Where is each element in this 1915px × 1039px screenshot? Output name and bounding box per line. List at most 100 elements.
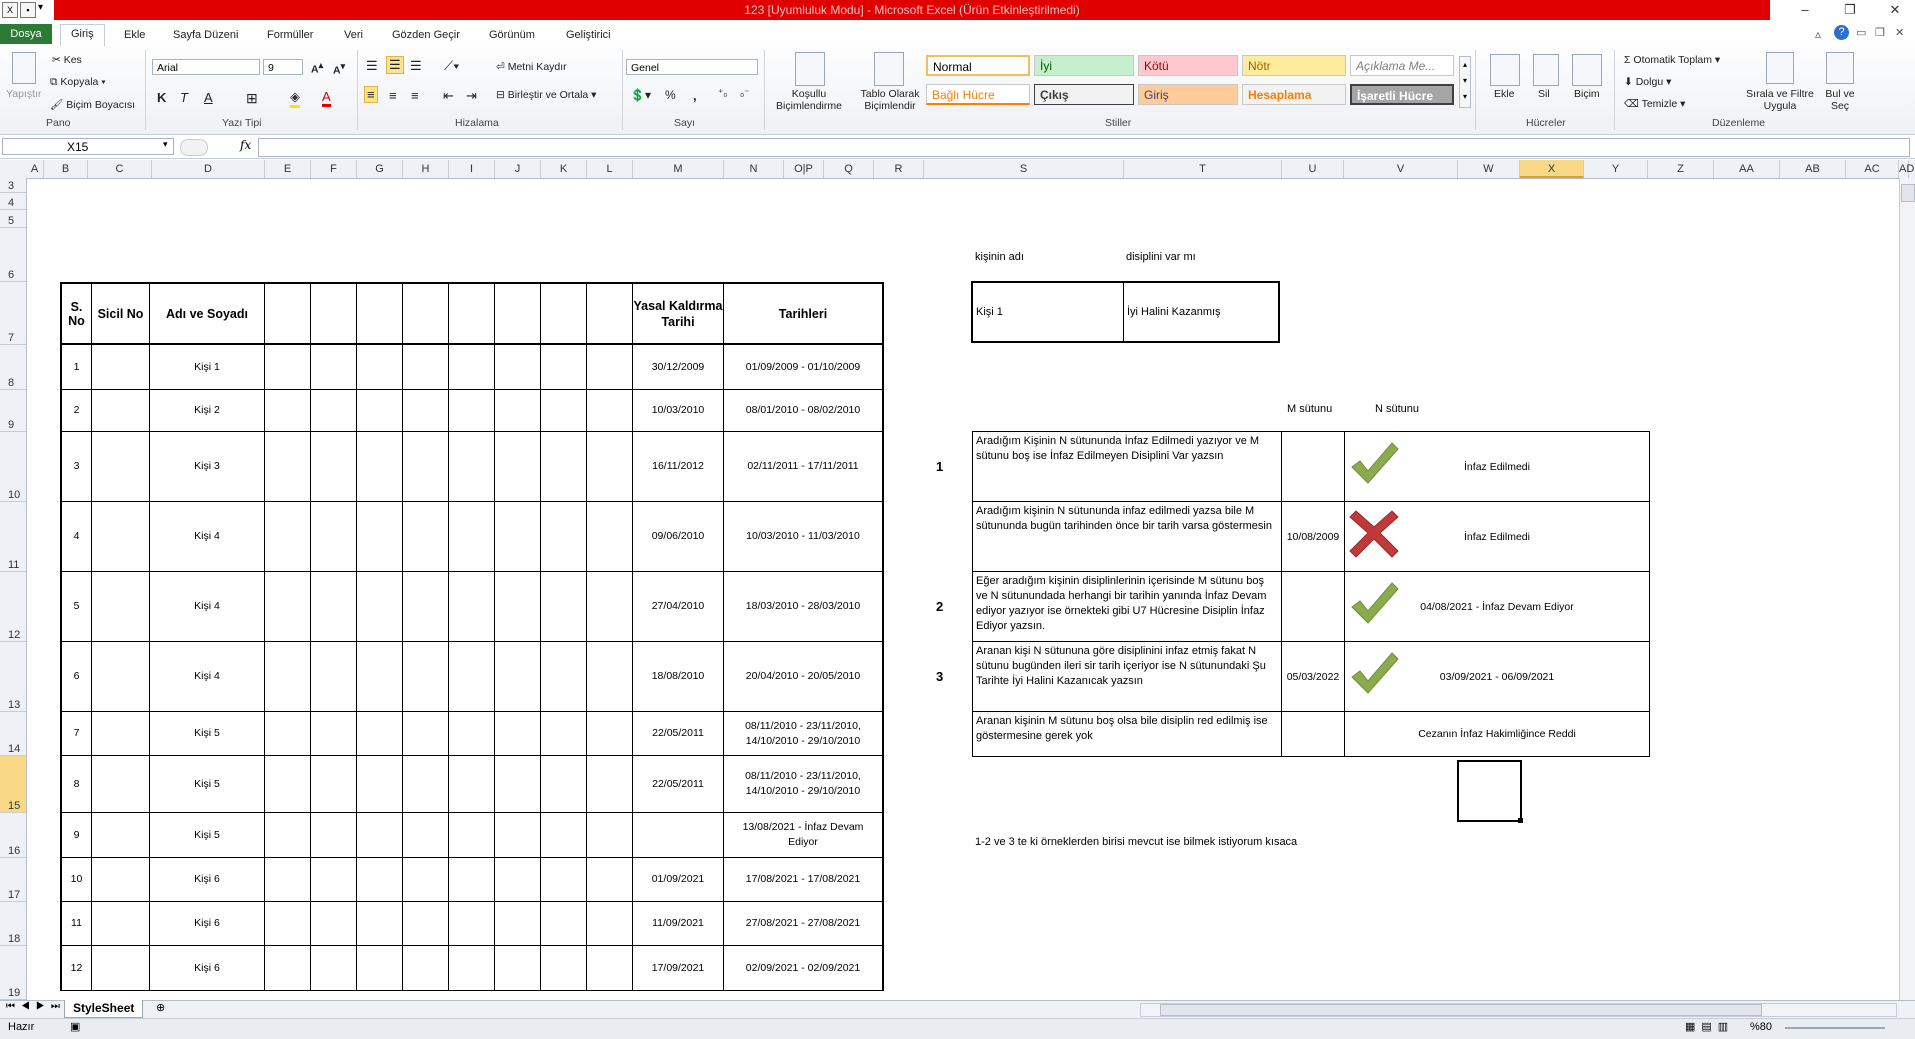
tab-data[interactable]: Veri bbox=[334, 26, 373, 44]
cell-sicil[interactable] bbox=[91, 641, 150, 712]
cell-yasal[interactable]: 16/11/2012 bbox=[632, 431, 724, 502]
paste-button[interactable]: Yapıştır bbox=[6, 88, 41, 100]
rule-m-value[interactable] bbox=[1281, 431, 1345, 502]
cell-name[interactable]: Kişi 6 bbox=[149, 901, 265, 946]
cell-empty[interactable] bbox=[586, 389, 633, 432]
borders-icon[interactable]: ⊞ bbox=[246, 90, 258, 107]
column-header-ab[interactable]: AB bbox=[1780, 160, 1846, 178]
copy-button[interactable]: ⧉ Kopyala ▾ bbox=[50, 76, 106, 89]
fill-handle[interactable] bbox=[1518, 818, 1523, 823]
format-as-table-button[interactable]: Tablo Olarak Biçimlendir bbox=[852, 88, 928, 112]
cell-empty[interactable] bbox=[356, 344, 403, 390]
cell-sicil[interactable] bbox=[91, 857, 150, 902]
delete-cells-button[interactable]: Sil bbox=[1538, 88, 1550, 100]
cell-empty[interactable] bbox=[264, 755, 311, 813]
cell-empty[interactable] bbox=[310, 389, 357, 432]
cell-empty[interactable] bbox=[356, 812, 403, 858]
cell-sicil[interactable] bbox=[91, 755, 150, 813]
conditional-format-icon[interactable] bbox=[795, 52, 825, 86]
tab-page-layout[interactable]: Sayfa Düzeni bbox=[163, 26, 248, 44]
increase-decimal-icon[interactable]: ⁺₀ bbox=[718, 88, 727, 99]
row-header-10[interactable]: 10 bbox=[0, 432, 26, 502]
cell-sno[interactable]: 10 bbox=[60, 857, 92, 902]
column-header-u[interactable]: U bbox=[1282, 160, 1344, 178]
tab-review[interactable]: Gözden Geçir bbox=[382, 26, 470, 44]
column-header-z[interactable]: Z bbox=[1648, 160, 1714, 178]
cell-sicil[interactable] bbox=[91, 571, 150, 642]
cell-empty[interactable] bbox=[402, 945, 449, 991]
scroll-thumb-vertical[interactable] bbox=[1901, 184, 1915, 202]
cell-empty[interactable] bbox=[540, 344, 587, 390]
cell-empty[interactable] bbox=[448, 711, 495, 756]
rule-text[interactable]: Aradığım Kişinin N sütununda İnfaz Edilm… bbox=[972, 431, 1282, 502]
style-input[interactable]: Giriş bbox=[1138, 84, 1238, 105]
style-check-cell[interactable]: İşaretli Hücre bbox=[1350, 84, 1454, 105]
row-header-7[interactable]: 7 bbox=[0, 282, 26, 345]
cell-tarih[interactable]: 10/03/2010 - 11/03/2010 bbox=[723, 501, 884, 572]
increase-indent-icon[interactable]: ⇥ bbox=[466, 88, 477, 104]
help-icon[interactable]: ? bbox=[1834, 25, 1849, 40]
cut-button[interactable]: ✂ Kes bbox=[52, 54, 82, 66]
align-bottom-icon[interactable]: ☰ bbox=[410, 58, 422, 74]
header-tarihleri[interactable]: Tarihleri bbox=[723, 282, 884, 344]
close-icon[interactable]: ✕ bbox=[1875, 0, 1915, 20]
cell-sicil[interactable] bbox=[91, 711, 150, 756]
row-header-11[interactable]: 11 bbox=[0, 502, 26, 572]
format-painter-button[interactable]: 🖌 Biçim Boyacısı bbox=[50, 98, 135, 111]
tab-view[interactable]: Görünüm bbox=[479, 26, 545, 44]
merge-center-button[interactable]: ⊟ Birleştir ve Ortala ▾ bbox=[496, 89, 596, 101]
format-as-table-icon[interactable] bbox=[874, 52, 904, 86]
cell-tarih[interactable]: 27/08/2021 - 27/08/2021 bbox=[723, 901, 884, 946]
style-neutral[interactable]: Nötr bbox=[1242, 55, 1346, 76]
cell-empty[interactable] bbox=[356, 755, 403, 813]
header-sicil[interactable]: Sicil No bbox=[91, 282, 150, 344]
cell-empty[interactable] bbox=[448, 755, 495, 813]
column-header-s[interactable]: S bbox=[924, 160, 1124, 178]
workbook-close-icon[interactable]: ✕ bbox=[1895, 26, 1904, 39]
cell-sno[interactable]: 8 bbox=[60, 755, 92, 813]
cell-empty[interactable] bbox=[586, 901, 633, 946]
wrap-text-button[interactable]: ⏎ Metni Kaydır bbox=[496, 61, 567, 73]
cell-tarih[interactable]: 17/08/2021 - 17/08/2021 bbox=[723, 857, 884, 902]
insert-cells-button[interactable]: Ekle bbox=[1494, 88, 1514, 100]
row-header-16[interactable]: 16 bbox=[0, 813, 26, 858]
align-center-icon[interactable]: ≡ bbox=[389, 88, 397, 103]
column-header-i[interactable]: I bbox=[449, 160, 495, 178]
cell-sno[interactable]: 9 bbox=[60, 812, 92, 858]
tab-file[interactable]: Dosya bbox=[0, 24, 52, 44]
cell-empty[interactable] bbox=[540, 501, 587, 572]
zoom-slider[interactable] bbox=[1785, 1027, 1885, 1029]
scroll-thumb-horizontal[interactable] bbox=[1160, 1004, 1762, 1016]
column-header-d[interactable]: D bbox=[152, 160, 265, 178]
header-empty-k[interactable] bbox=[540, 282, 587, 344]
zoom-level[interactable]: %80 bbox=[1750, 1021, 1772, 1033]
sort-filter-icon[interactable] bbox=[1766, 52, 1794, 84]
cell-empty[interactable] bbox=[586, 711, 633, 756]
column-header-g[interactable]: G bbox=[357, 160, 403, 178]
cell-tarih[interactable]: 08/01/2010 - 08/02/2010 bbox=[723, 389, 884, 432]
cell-empty[interactable] bbox=[264, 641, 311, 712]
cell-empty[interactable] bbox=[586, 571, 633, 642]
name-box-dropdown-icon[interactable]: ▾ bbox=[163, 139, 168, 150]
cell-yasal[interactable]: 01/09/2021 bbox=[632, 857, 724, 902]
cell-sicil[interactable] bbox=[91, 431, 150, 502]
cell-empty[interactable] bbox=[448, 389, 495, 432]
row-header-8[interactable]: 8 bbox=[0, 345, 26, 390]
rule-text[interactable]: Aranan kişinin M sütunu boş olsa bile di… bbox=[972, 711, 1282, 757]
cell-empty[interactable] bbox=[494, 711, 541, 756]
cell-empty[interactable] bbox=[540, 755, 587, 813]
cell-empty[interactable] bbox=[356, 431, 403, 502]
cell-name[interactable]: Kişi 5 bbox=[149, 755, 265, 813]
cell-empty[interactable] bbox=[402, 901, 449, 946]
cell-tarih[interactable]: 02/11/2011 - 17/11/2011 bbox=[723, 431, 884, 502]
cell-empty[interactable] bbox=[448, 571, 495, 642]
style-output[interactable]: Çıkış bbox=[1034, 84, 1134, 105]
cell-empty[interactable] bbox=[356, 571, 403, 642]
cell-empty[interactable] bbox=[586, 641, 633, 712]
cell-empty[interactable] bbox=[264, 812, 311, 858]
row-header-12[interactable]: 12 bbox=[0, 572, 26, 642]
workbook-min-icon[interactable]: ▭ bbox=[1856, 26, 1866, 39]
cell-empty[interactable] bbox=[356, 711, 403, 756]
cell-tarih[interactable]: 01/09/2009 - 01/10/2009 bbox=[723, 344, 884, 390]
italic-button[interactable]: T bbox=[180, 90, 188, 105]
